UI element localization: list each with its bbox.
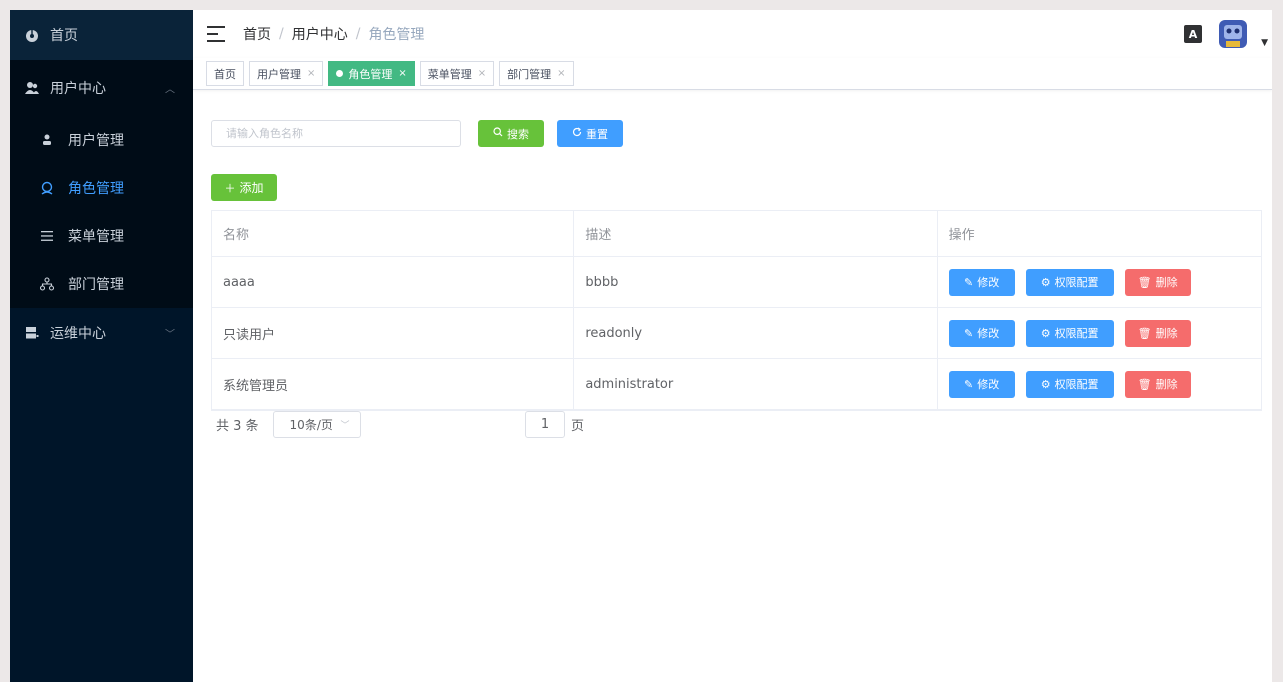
page-unit-label: 页 (571, 419, 585, 434)
avatar[interactable] (1216, 17, 1250, 51)
reset-button[interactable]: 重置 (557, 120, 623, 147)
cell-actions: ✎ 修改 ⚙ 权限配置 🗑 删除 (938, 359, 1261, 409)
breadcrumb: 首页 / 用户中心 / 角色管理 (243, 24, 424, 44)
caret-down-icon[interactable]: ▼ (1261, 38, 1268, 48)
sidebar-item-user-manage[interactable]: 用户管理 (10, 116, 193, 164)
cell-name: 系统管理员 (212, 359, 575, 409)
breadcrumb-separator: / (355, 26, 361, 42)
plus-icon: ＋ (224, 181, 236, 195)
menu-list-icon (40, 228, 54, 244)
sidebar-group-ops-center[interactable]: 运维中心 ﹀ (10, 308, 193, 358)
server-icon (24, 325, 40, 341)
hamburger-icon[interactable] (207, 26, 225, 42)
role-name-search-input[interactable] (211, 120, 461, 147)
search-icon (493, 127, 503, 140)
trash-icon: 🗑 (1137, 326, 1152, 340)
tag-dept-manage[interactable]: 部门管理 × (499, 61, 574, 86)
delete-button[interactable]: 🗑 删除 (1124, 319, 1191, 347)
refresh-icon (572, 127, 582, 140)
tag-home[interactable]: 首页 (206, 61, 244, 86)
sidebar-item-menu-manage[interactable]: 菜单管理 (10, 212, 193, 260)
tag-menu-manage[interactable]: 菜单管理 × (419, 61, 495, 86)
table-row: aaaa bbbb ✎ 修改 ⚙ 权限配置 🗑 删除 (212, 257, 1261, 308)
column-header-desc: 描述 (574, 211, 938, 256)
sidebar-item-label: 用户管理 (68, 133, 124, 149)
add-button[interactable]: ＋ 添加 (211, 174, 277, 201)
permission-config-button[interactable]: ⚙ 权限配置 (1025, 268, 1114, 296)
trash-icon: 🗑 (1137, 377, 1152, 391)
cell-desc: administrator (574, 359, 938, 409)
cell-desc: bbbb (574, 257, 938, 307)
close-icon[interactable]: × (398, 68, 406, 79)
pencil-icon: ✎ (964, 326, 974, 340)
sidebar-item-dept-manage[interactable]: 部门管理 (10, 260, 193, 308)
dashboard-icon (24, 27, 40, 43)
sidebar-item-label: 用户中心 (50, 81, 106, 97)
main-content: 搜索 重置 ＋ 添加 名称 描述 操作 aaaa bbbb ✎修改 ⚙权限 (193, 91, 1272, 682)
cell-desc: readonly (574, 308, 938, 358)
permission-config-button[interactable]: ⚙ 权限配置 (1025, 319, 1114, 347)
sidebar-item-label: 部门管理 (68, 277, 124, 293)
app-frame: 首页 用户中心 ︿ 用户管理 角色管理 菜单管理 部门管理 运维中心 ﹀ 首页 … (10, 10, 1272, 682)
gear-icon: ⚙ (1040, 377, 1051, 391)
tag-role-manage[interactable]: 角色管理 × (328, 61, 415, 86)
page-jumper: 1 页 (525, 411, 584, 438)
cell-actions: ✎ 修改 ⚙ 权限配置 🗑 删除 (938, 308, 1261, 358)
column-header-actions: 操作 (948, 228, 975, 243)
column-header-name: 名称 (212, 211, 575, 256)
language-icon[interactable]: A (1184, 25, 1202, 43)
search-button[interactable]: 搜索 (478, 120, 544, 147)
close-icon[interactable]: × (557, 68, 565, 79)
sidebar-item-label: 菜单管理 (68, 229, 124, 245)
sidebar-item-label: 首页 (50, 28, 78, 44)
chevron-down-icon: ﹀ (165, 329, 175, 341)
breadcrumb-home[interactable]: 首页 (243, 24, 271, 44)
edit-button[interactable]: ✎ 修改 (948, 370, 1015, 398)
table-header-row: 名称 描述 操作 (212, 211, 1261, 257)
cell-name: aaaa (212, 257, 575, 307)
table-row: 系统管理员 administrator ✎ 修改 ⚙ 权限配置 🗑 删除 (212, 359, 1261, 410)
delete-button[interactable]: 🗑 删除 (1124, 268, 1191, 296)
gear-icon: ⚙ (1040, 275, 1051, 289)
sidebar-item-label: 运维中心 (50, 326, 106, 342)
table-row: 只读用户 readonly ✎ 修改 ⚙ 权限配置 🗑 删除 (212, 308, 1261, 359)
cell-actions: ✎ 修改 ⚙ 权限配置 🗑 删除 (938, 257, 1261, 307)
navbar: 首页 / 用户中心 / 角色管理 A ▼ (193, 10, 1272, 58)
chevron-up-icon: ︿ (165, 84, 175, 96)
sidebar-group-user-center[interactable]: 用户中心 ︿ (10, 60, 193, 116)
tree-icon (40, 276, 54, 292)
breadcrumb-user-center[interactable]: 用户中心 (292, 24, 348, 44)
permission-config-button[interactable]: ⚙ 权限配置 (1025, 370, 1114, 398)
page-size-select[interactable]: 10条/页 ﹀ (272, 411, 361, 438)
edit-button[interactable]: ✎ 修改 (948, 268, 1015, 296)
sidebar-item-label: 角色管理 (68, 181, 124, 197)
tag-user-manage[interactable]: 用户管理 × (249, 61, 324, 86)
pencil-icon: ✎ (964, 377, 974, 391)
sidebar-item-role-manage[interactable]: 角色管理 (10, 164, 193, 212)
breadcrumb-current: 角色管理 (368, 27, 425, 43)
users-icon (24, 80, 40, 96)
chevron-down-icon: ﹀ (340, 421, 350, 431)
sidebar-item-home[interactable]: 首页 (10, 10, 193, 60)
edit-button[interactable]: ✎ 修改 (948, 319, 1015, 347)
sidebar: 首页 用户中心 ︿ 用户管理 角色管理 菜单管理 部门管理 运维中心 ﹀ (10, 10, 193, 682)
cell-name: 只读用户 (212, 308, 575, 358)
role-table: 名称 描述 操作 aaaa bbbb ✎ 修改 ⚙ 权限配置 🗑 删除 只读用户 re… (211, 210, 1262, 411)
role-icon (40, 180, 54, 196)
page-number-input[interactable]: 1 (525, 411, 565, 438)
active-dot-icon (336, 70, 344, 77)
breadcrumb-separator: / (279, 26, 284, 42)
close-icon[interactable]: × (307, 68, 315, 79)
close-icon[interactable]: × (478, 68, 486, 79)
user-icon (40, 132, 54, 148)
pencil-icon: ✎ (964, 275, 974, 289)
trash-icon: 🗑 (1137, 275, 1152, 289)
pagination-total: 共 3 条 (216, 419, 259, 434)
gear-icon: ⚙ (1040, 326, 1051, 340)
tags-view: 首页 用户管理 × 角色管理 × 菜单管理 × 部门管理 × (193, 58, 1272, 90)
pagination: 共 3 条 10条/页 ﹀ 1 页 (216, 411, 584, 438)
delete-button[interactable]: 🗑 删除 (1124, 370, 1191, 398)
